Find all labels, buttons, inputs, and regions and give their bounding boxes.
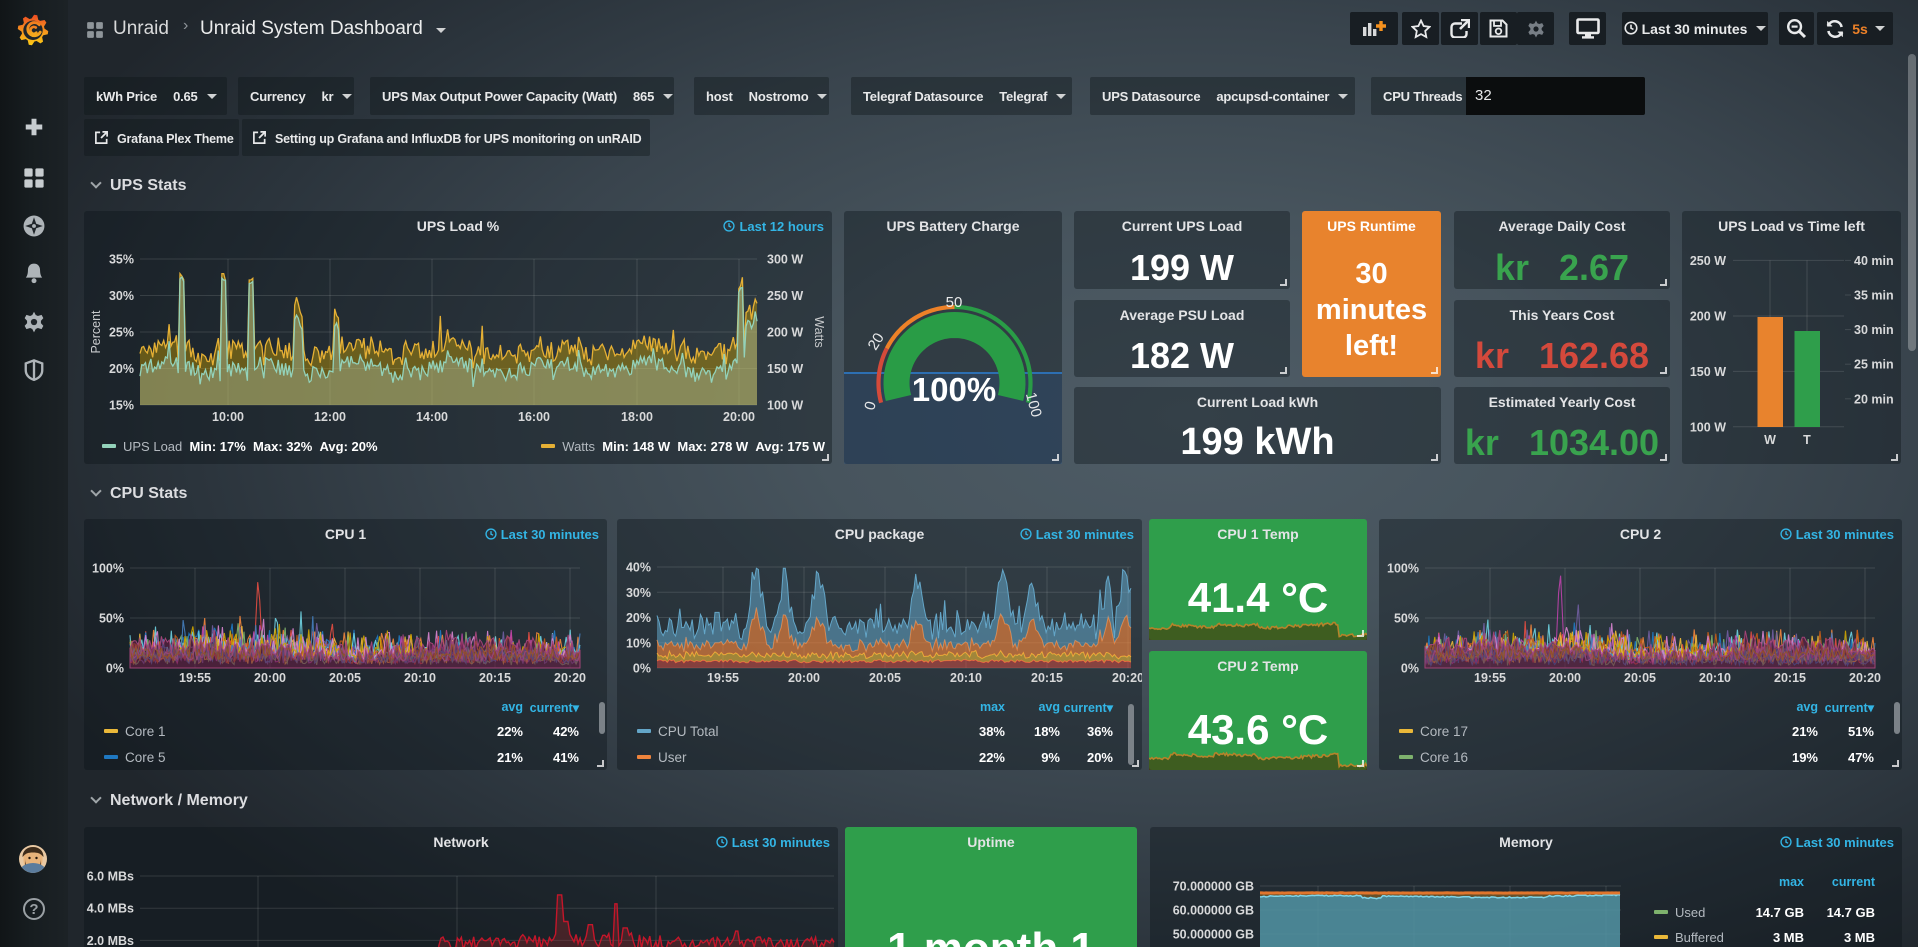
svg-text:100 W: 100 W	[767, 399, 803, 413]
svg-text:20:00: 20:00	[1549, 671, 1581, 685]
svg-text:250 W: 250 W	[767, 289, 803, 303]
svg-text:150 W: 150 W	[767, 362, 803, 376]
svg-text:20:20: 20:20	[1849, 671, 1881, 685]
svg-text:20:15: 20:15	[479, 671, 511, 685]
svg-text:20%: 20%	[109, 362, 134, 376]
svg-text:20 min: 20 min	[1854, 392, 1894, 406]
svg-text:Watts: Watts	[812, 316, 826, 347]
svg-text:50%: 50%	[99, 612, 124, 626]
svg-text:200 W: 200 W	[1690, 310, 1726, 324]
svg-text:50.000000 GB: 50.000000 GB	[1173, 928, 1254, 942]
svg-text:20:15: 20:15	[1774, 671, 1806, 685]
svg-text:150 W: 150 W	[1690, 365, 1726, 379]
svg-text:20:10: 20:10	[950, 671, 982, 685]
svg-text:0%: 0%	[1401, 662, 1419, 676]
svg-text:20:15: 20:15	[1031, 671, 1063, 685]
svg-text:16:00: 16:00	[518, 410, 550, 424]
svg-text:20:20: 20:20	[1112, 671, 1142, 685]
svg-text:30 min: 30 min	[1854, 323, 1894, 337]
svg-text:6.0 MBs: 6.0 MBs	[87, 870, 134, 884]
svg-text:30%: 30%	[626, 586, 651, 600]
svg-text:20:05: 20:05	[869, 671, 901, 685]
svg-text:30%: 30%	[109, 289, 134, 303]
svg-text:0%: 0%	[106, 662, 124, 676]
svg-text:12:00: 12:00	[314, 410, 346, 424]
svg-text:200 W: 200 W	[767, 326, 803, 340]
svg-text:19:55: 19:55	[179, 671, 211, 685]
svg-text:20:05: 20:05	[329, 671, 361, 685]
svg-text:20:00: 20:00	[788, 671, 820, 685]
svg-text:40 min: 40 min	[1854, 254, 1894, 268]
svg-text:20:10: 20:10	[404, 671, 436, 685]
svg-text:25 min: 25 min	[1854, 358, 1894, 372]
svg-text:50%: 50%	[1394, 612, 1419, 626]
svg-text:2.0 MBs: 2.0 MBs	[87, 934, 134, 947]
svg-text:25%: 25%	[109, 326, 134, 340]
svg-text:100%: 100%	[92, 562, 124, 576]
svg-text:4.0 MBs: 4.0 MBs	[87, 902, 134, 916]
svg-text:20%: 20%	[626, 611, 651, 625]
svg-text:19:55: 19:55	[1474, 671, 1506, 685]
svg-text:14:00: 14:00	[416, 410, 448, 424]
svg-text:20:05: 20:05	[1624, 671, 1656, 685]
svg-text:300 W: 300 W	[767, 253, 803, 267]
svg-text:70.000000 GB: 70.000000 GB	[1173, 880, 1254, 894]
svg-text:100%: 100%	[1387, 562, 1419, 576]
svg-text:100%: 100%	[912, 371, 996, 408]
svg-text:20:10: 20:10	[1699, 671, 1731, 685]
svg-text:19:55: 19:55	[707, 671, 739, 685]
svg-text:W: W	[1764, 433, 1776, 447]
svg-text:T: T	[1803, 433, 1811, 447]
svg-text:15%: 15%	[109, 399, 134, 413]
svg-text:0%: 0%	[633, 662, 651, 676]
svg-text:35%: 35%	[109, 253, 134, 267]
svg-text:18:00: 18:00	[621, 410, 653, 424]
svg-text:250 W: 250 W	[1690, 254, 1726, 268]
svg-text:35 min: 35 min	[1854, 289, 1894, 303]
svg-text:40%: 40%	[626, 561, 651, 575]
svg-text:50: 50	[946, 294, 963, 311]
svg-text:60.000000 GB: 60.000000 GB	[1173, 904, 1254, 918]
svg-text:10%: 10%	[626, 636, 651, 650]
svg-text:20:00: 20:00	[723, 410, 755, 424]
svg-text:100 W: 100 W	[1690, 420, 1726, 434]
svg-text:20:20: 20:20	[554, 671, 586, 685]
svg-text:Percent: Percent	[89, 310, 103, 354]
svg-text:20:00: 20:00	[254, 671, 286, 685]
svg-text:10:00: 10:00	[212, 410, 244, 424]
